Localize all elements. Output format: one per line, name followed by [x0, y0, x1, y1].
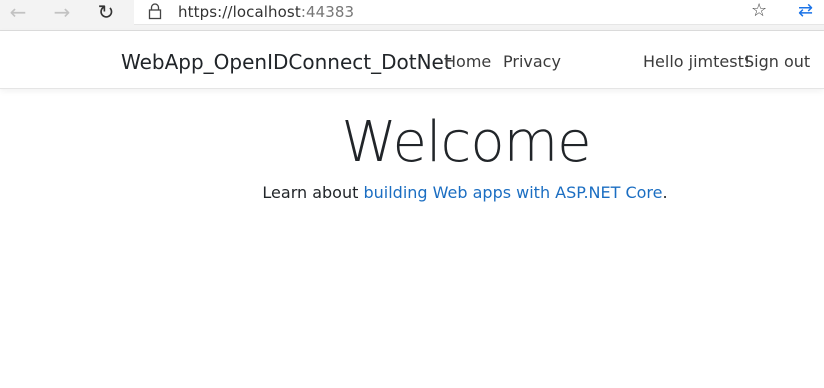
intro-text-prefix: Learn about — [262, 183, 364, 202]
page-title: Welcome — [341, 110, 591, 175]
url-host: https://localhost — [178, 3, 301, 21]
forward-arrow-icon[interactable]: → — [48, 0, 76, 24]
back-arrow-icon[interactable]: ← — [4, 0, 32, 24]
address-bar[interactable]: https://localhost:44383 ☆ ⇄ — [134, 0, 824, 25]
favorite-star-icon[interactable]: ☆ — [751, 0, 767, 21]
docs-link[interactable]: building Web apps with ASP.NET Core — [363, 183, 662, 202]
intro-text-suffix: . — [662, 183, 668, 202]
refresh-icon[interactable]: ↻ — [92, 0, 120, 24]
nav-link-privacy[interactable]: Privacy — [503, 52, 561, 71]
browser-toolbar: ← → ↻ https://localhost:44383 ☆ ⇄ — [0, 0, 824, 31]
sign-out-link[interactable]: Sign out — [744, 52, 810, 71]
extension-icon[interactable]: ⇄ — [798, 0, 813, 21]
brand-link[interactable]: WebApp_OpenIDConnect_DotNet — [121, 50, 452, 74]
lock-icon — [148, 3, 162, 20]
site-navbar: WebApp_OpenIDConnect_DotNet Home Privacy… — [0, 31, 824, 89]
intro-text: Learn about building Web apps with ASP.N… — [0, 183, 824, 202]
user-greeting[interactable]: Hello jimtest! — [643, 52, 750, 71]
url-port: :44383 — [300, 3, 355, 21]
url-text[interactable]: https://localhost:44383 — [178, 3, 354, 21]
nav-link-home[interactable]: Home — [444, 52, 491, 71]
